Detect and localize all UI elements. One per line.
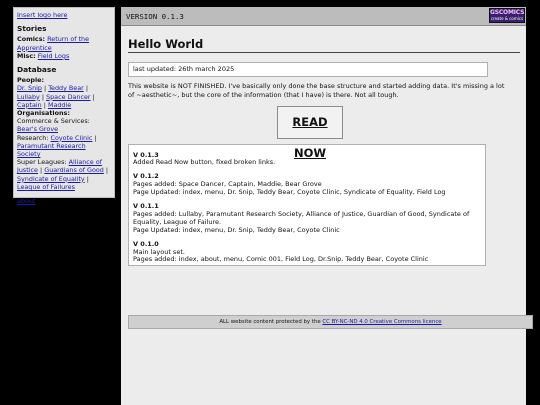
comics-row: Comics: Return of the Apprentice — [17, 35, 111, 51]
commerce-label: Commerce & Services: — [17, 117, 90, 126]
misc-link[interactable]: Field Logs — [38, 52, 70, 60]
about-link[interactable]: about — [17, 197, 111, 205]
organisations-label: Organisations: — [17, 109, 70, 118]
badge-subtitle: create & comics — [490, 16, 524, 21]
changelog-entry: V 0.1.2 Pages added: Space Dancer, Capta… — [133, 172, 481, 197]
logo-placeholder-link[interactable]: Insert logo here — [17, 11, 111, 19]
misc-row: Misc: Field Logs — [17, 52, 111, 60]
people-list: Dr. Snip | Teddy Bear | Lullaby | Space … — [17, 84, 95, 109]
superleagues-row: Super Leagues: Alliance of Justice | Gua… — [17, 158, 109, 191]
comics-label: Comics: — [17, 35, 46, 44]
page-title: Hello World — [128, 37, 520, 53]
main-panel: VERSION 0.1.3 GSCOMICS create & comics H… — [121, 7, 526, 405]
changelog-version: V 0.1.0 — [133, 239, 159, 248]
people-link-space-dancer[interactable]: Space Dancer — [46, 93, 90, 101]
changelog-entry: V 0.1.0 Main layout set. Pages added: in… — [133, 239, 481, 265]
changelog-line: Page Updated: index, menu, Dr. Snip, Ted… — [133, 188, 446, 197]
research-row: Research: Coyote Clinic | Paramutant Res… — [17, 133, 97, 159]
league-link-failures[interactable]: League of Failures — [17, 183, 75, 191]
version-label: VERSION 0.1.3 — [126, 12, 184, 21]
people-link-dr-snip[interactable]: Dr. Snip — [17, 84, 42, 92]
footer-text: ALL website content protected by the — [219, 319, 321, 325]
league-link-guardians[interactable]: Guardians of Good — [44, 166, 104, 174]
footer: ALL website content protected by the CC … — [128, 315, 533, 329]
top-bar: VERSION 0.1.3 GSCOMICS create & comics — [121, 7, 526, 26]
changelog-line: Page Updated: index, menu, Dr. Snip, Ted… — [133, 225, 340, 234]
research-label: Research: — [17, 133, 49, 142]
license-link[interactable]: CC BY-NC-ND 4.0 Creative Commons licence — [322, 319, 441, 325]
database-heading: Database — [17, 65, 57, 75]
commerce-link[interactable]: Bear's Grove — [17, 125, 58, 133]
notice-text: This website is NOT FINISHED. I've basic… — [128, 82, 505, 99]
site-badge-logo[interactable]: GSCOMICS create & comics — [489, 8, 525, 23]
content-area: Hello World last updated: 26th march 202… — [128, 31, 520, 266]
sidebar: Insert logo here Stories Comics: Return … — [13, 7, 115, 205]
changelog-entry: V 0.1.1 Pages added: Lullaby, Paramutant… — [133, 202, 481, 235]
research-link-paramutant[interactable]: Paramutant Research Society — [17, 142, 86, 158]
people-link-maddie[interactable]: Maddie — [48, 101, 71, 109]
people-link-teddy-bear[interactable]: Teddy Bear — [48, 84, 84, 92]
changelog-line: Pages added: Lullaby, Paramutant Researc… — [133, 209, 470, 226]
superleagues-label: Super Leagues: — [17, 158, 67, 167]
research-link-coyote-clinic[interactable]: Coyote Clinic — [51, 134, 93, 142]
league-link-syndicate[interactable]: Syndicate of Equality — [17, 175, 85, 183]
people-link-captain[interactable]: Captain — [17, 101, 42, 109]
people-link-lullaby[interactable]: Lullaby — [17, 93, 40, 101]
badge-title: GSCOMICS — [490, 9, 525, 16]
last-updated-box: last updated: 26th march 2025 — [128, 62, 488, 77]
people-label: People: — [17, 76, 45, 85]
stories-heading: Stories — [17, 24, 47, 34]
misc-label: Misc: — [17, 51, 36, 60]
changelog-line: Pages added: index, about, menu, Comic 0… — [133, 255, 429, 264]
commerce-row: Commerce & Services: Bear's Grove — [17, 117, 111, 133]
read-now-button[interactable]: READ NOW — [277, 105, 343, 160]
